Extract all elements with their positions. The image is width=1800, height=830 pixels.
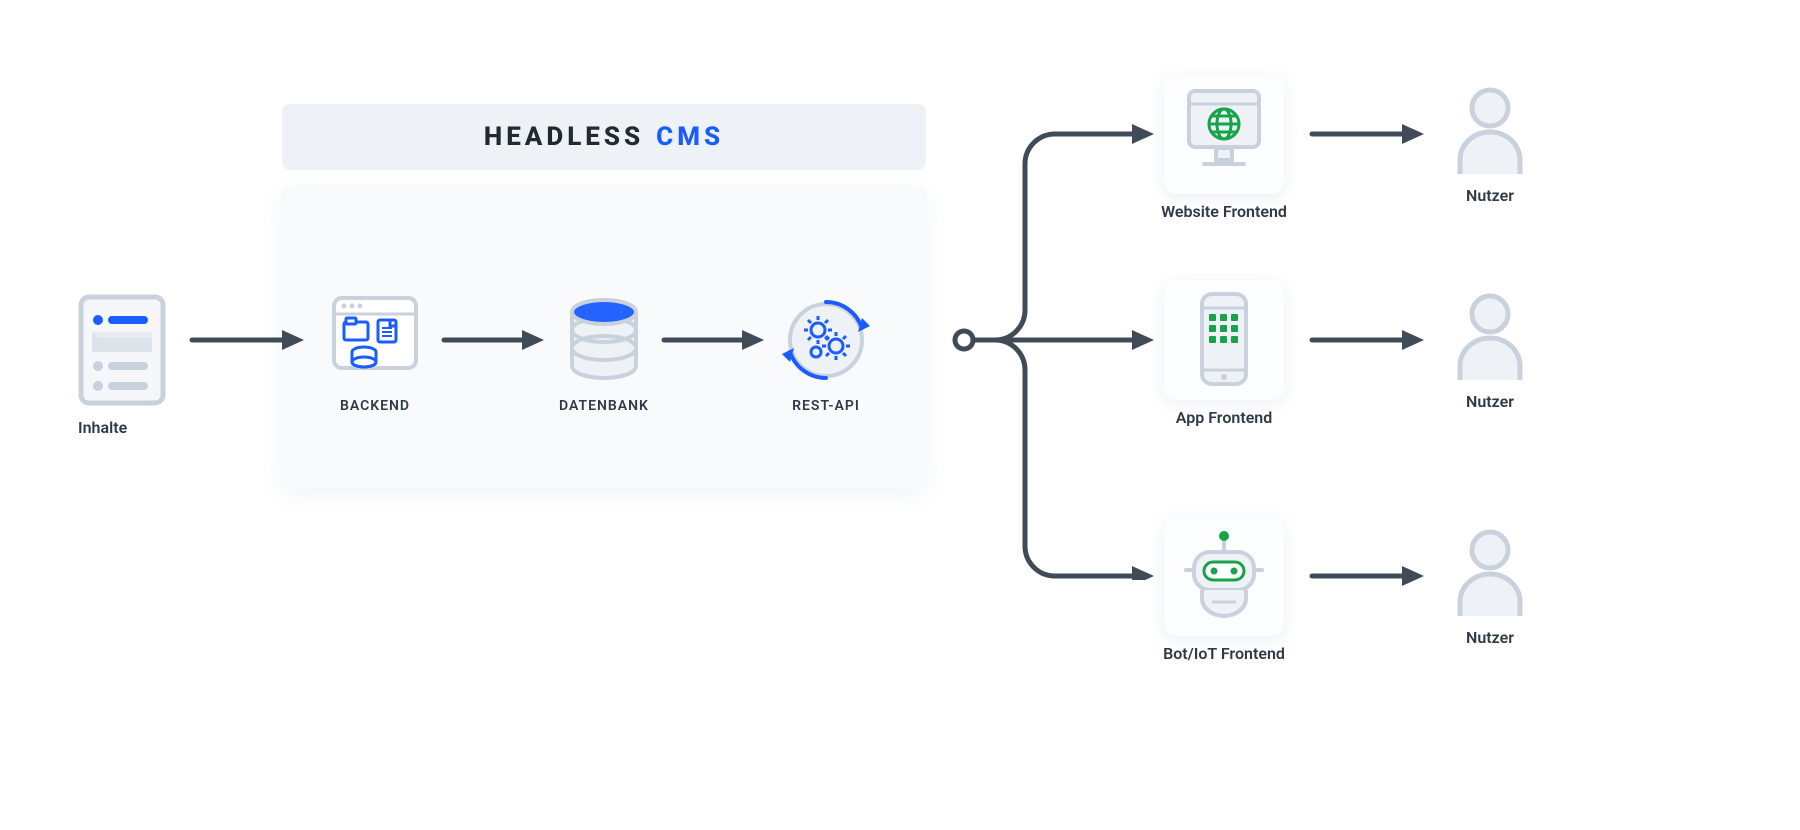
user-label-2: Nutzer: [1442, 392, 1538, 411]
rest-api-icon: [782, 296, 870, 384]
backend-icon: [330, 292, 420, 382]
arrow-app-user: [1306, 326, 1426, 354]
backend-label: BACKEND: [310, 398, 440, 414]
bot-frontend-label: Bot/IoT Frontend: [1134, 644, 1314, 663]
title-part2: CMS: [656, 122, 724, 152]
app-frontend-icon: [1198, 290, 1250, 388]
arrow-datenbank-restapi: [658, 326, 766, 354]
restapi-label: REST-API: [760, 398, 892, 414]
title-part1: HEADLESS: [484, 122, 644, 152]
arrow-bot-user: [1306, 562, 1426, 590]
website-frontend-icon: [1184, 86, 1264, 180]
title-bar: HEADLESS CMS: [282, 104, 926, 170]
arrow-inhalte-backend: [186, 326, 306, 354]
website-frontend-label: Website Frontend: [1134, 202, 1314, 221]
user-label-1: Nutzer: [1442, 186, 1538, 205]
user-icon-3: [1452, 528, 1528, 620]
datenbank-label: DATENBANK: [534, 398, 674, 414]
diagram-canvas: HEADLESS CMS Inhalte BACKEND: [0, 0, 1800, 830]
arrow-backend-datenbank: [438, 326, 546, 354]
user-icon-2: [1452, 292, 1528, 384]
bot-frontend-icon: [1182, 526, 1266, 626]
arrow-website-user: [1306, 120, 1426, 148]
user-icon-1: [1452, 86, 1528, 178]
content-document-icon: [78, 294, 166, 406]
database-icon: [565, 298, 643, 384]
app-frontend-label: App Frontend: [1134, 408, 1314, 427]
branch-connector: [940, 100, 1160, 580]
user-label-3: Nutzer: [1442, 628, 1538, 647]
inhalte-label: Inhalte: [78, 418, 166, 437]
